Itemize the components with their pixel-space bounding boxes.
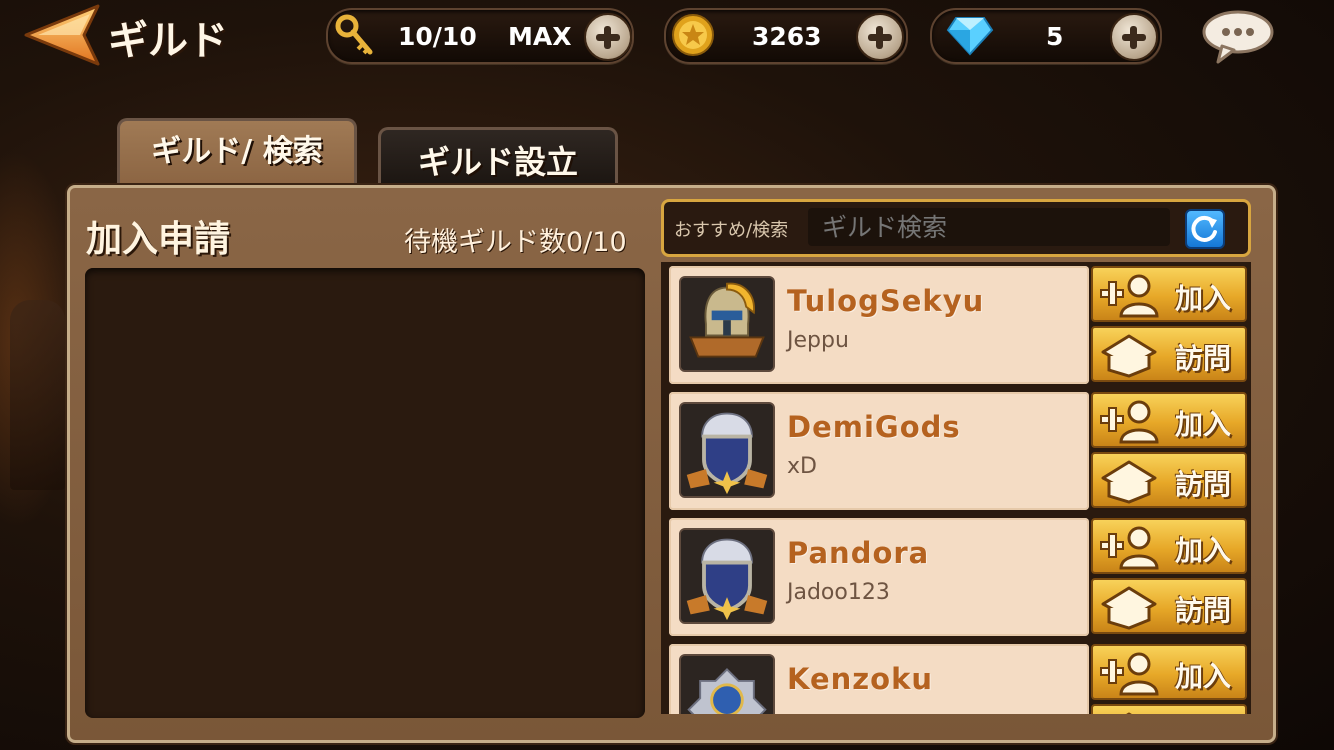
- add-user-icon: [1100, 274, 1159, 318]
- guild-row: DemiGods xD 加入 訪問: [669, 392, 1249, 510]
- guild-leader: xD: [787, 454, 817, 479]
- visit-guild-button[interactable]: 訪問: [1091, 452, 1247, 508]
- gem-amount: 5: [1046, 22, 1064, 51]
- add-user-icon: [1100, 400, 1159, 444]
- guild-card[interactable]: DemiGods xD: [669, 392, 1089, 510]
- house-icon: [1101, 586, 1157, 630]
- silver-shield-emblem-icon: [679, 402, 775, 498]
- guild-search-input[interactable]: [808, 208, 1170, 246]
- gold-coin-icon: [672, 14, 714, 56]
- spartan-helmet-emblem-icon: [679, 276, 775, 372]
- silver-shield-emblem-icon: [679, 528, 775, 624]
- chat-bubble-icon[interactable]: [1200, 8, 1276, 64]
- gem-counter: 5: [930, 8, 1162, 64]
- tab-guild-search[interactable]: ギルド/ 検索: [117, 118, 357, 187]
- guild-card[interactable]: TulogSekyu Jeppu: [669, 266, 1089, 384]
- screen-title: ギルド: [108, 18, 228, 64]
- add-gold-button[interactable]: [856, 13, 904, 61]
- visit-guild-button[interactable]: 訪問: [1091, 326, 1247, 382]
- diamond-icon: [946, 17, 994, 56]
- join-button-label: 加入: [1175, 534, 1232, 567]
- guild-card[interactable]: Kenzoku: [669, 644, 1089, 714]
- join-requests-title: 加入申請: [86, 219, 231, 260]
- add-gems-button[interactable]: [1110, 13, 1158, 61]
- background-chess-piece: [10, 300, 65, 490]
- key-icon: [335, 14, 373, 55]
- guild-list[interactable]: TulogSekyu Jeppu 加入 訪問 DemiGods xD 加入 訪問…: [661, 262, 1251, 714]
- guild-leader: Jadoo123: [787, 580, 890, 605]
- visit-button-label: 訪問: [1175, 468, 1232, 501]
- back-arrow-icon[interactable]: [24, 4, 108, 66]
- visit-button-label: 訪問: [1175, 594, 1232, 627]
- join-guild-button[interactable]: 加入: [1091, 266, 1247, 322]
- join-button-label: 加入: [1175, 282, 1232, 315]
- guild-card[interactable]: Pandora Jadoo123: [669, 518, 1089, 636]
- guild-row: TulogSekyu Jeppu 加入 訪問: [669, 266, 1249, 384]
- join-guild-button[interactable]: 加入: [1091, 392, 1247, 448]
- gold-counter: 3263: [664, 8, 908, 64]
- search-mode-label: おすすめ/検索: [674, 220, 789, 241]
- guild-leader: Jeppu: [787, 328, 849, 353]
- join-guild-button[interactable]: 加入: [1091, 644, 1247, 700]
- join-button-label: 加入: [1175, 660, 1232, 693]
- guild-name: TulogSekyu: [787, 284, 985, 318]
- house-icon: [1101, 334, 1157, 378]
- visit-guild-button[interactable]: 訪問: [1091, 578, 1247, 634]
- join-button-label: 加入: [1175, 408, 1232, 441]
- waiting-guild-count: 待機ギルド数0/10: [404, 227, 627, 258]
- gold-amount: 3263: [752, 22, 822, 51]
- join-guild-button[interactable]: 加入: [1091, 518, 1247, 574]
- visit-button-label: 訪問: [1175, 342, 1232, 375]
- blue-crest-emblem-icon: [679, 654, 775, 714]
- key-counter: 10/10 MAX: [326, 8, 634, 64]
- add-user-icon: [1100, 526, 1159, 570]
- guild-name: Kenzoku: [787, 662, 934, 696]
- join-requests-list: [85, 268, 645, 718]
- guild-name: Pandora: [787, 536, 930, 570]
- guild-row: Kenzoku 加入 訪問: [669, 644, 1249, 714]
- add-keys-button[interactable]: [584, 13, 632, 61]
- add-user-icon: [1100, 652, 1159, 696]
- tab-guild-create[interactable]: ギルド設立: [378, 127, 618, 190]
- house-icon: [1126, 712, 1132, 714]
- key-count: 10/10: [398, 22, 477, 51]
- guild-row: Pandora Jadoo123 加入 訪問: [669, 518, 1249, 636]
- refresh-button[interactable]: [1185, 209, 1225, 249]
- refresh-icon: [1191, 215, 1217, 242]
- guild-name: DemiGods: [787, 410, 961, 444]
- key-max-label: MAX: [508, 22, 572, 51]
- visit-guild-button[interactable]: 訪問: [1091, 704, 1247, 714]
- house-icon: [1101, 460, 1157, 504]
